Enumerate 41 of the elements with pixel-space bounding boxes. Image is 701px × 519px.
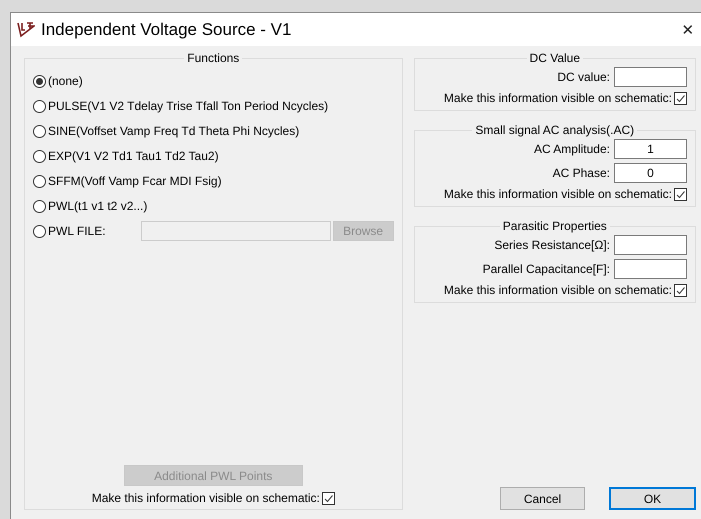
checkbox[interactable] bbox=[674, 188, 687, 200]
input-field[interactable]: 0 bbox=[614, 163, 687, 183]
input-field[interactable] bbox=[614, 259, 687, 279]
radio-button[interactable] bbox=[33, 74, 46, 88]
checkbox-label: Make this information visible on schematic: bbox=[444, 283, 672, 297]
close-button[interactable]: ✕ bbox=[674, 20, 701, 38]
radio-button[interactable] bbox=[33, 100, 46, 112]
group-title: DC Value bbox=[528, 51, 582, 65]
radio-label[interactable]: EXP(V1 V2 Td1 Tau1 Td2 Tau2) bbox=[48, 149, 219, 163]
field-label: DC value: bbox=[557, 70, 610, 84]
window-title: Independent Voltage Source - V1 bbox=[41, 20, 292, 40]
radio-label[interactable]: SFFM(Voff Vamp Fcar MDI Fsig) bbox=[48, 174, 222, 188]
radio-label[interactable]: SINE(Voffset Vamp Freq Td Theta Phi Ncycles) bbox=[48, 124, 300, 138]
checkbox[interactable] bbox=[322, 492, 335, 504]
input-field[interactable] bbox=[614, 235, 687, 255]
group-title: Small signal AC analysis(.AC) bbox=[474, 123, 636, 137]
checkbox-label: Make this information visible on schematic: bbox=[444, 187, 672, 201]
radio-label[interactable]: (none) bbox=[48, 74, 83, 88]
dialog-button[interactable]: OK bbox=[609, 487, 696, 510]
input-field[interactable] bbox=[614, 67, 687, 87]
field-label: AC Amplitude: bbox=[534, 142, 610, 156]
radio-button[interactable] bbox=[33, 200, 46, 212]
group-title: Parasitic Properties bbox=[502, 219, 608, 233]
radio-label[interactable]: PULSE(V1 V2 Tdelay Trise Tfall Ton Period Ncycles) bbox=[48, 99, 328, 113]
group-title: Functions bbox=[186, 51, 240, 65]
checkbox-label: Make this information visible on schematic: bbox=[92, 491, 320, 505]
field-label: AC Phase: bbox=[552, 166, 610, 180]
radio-label[interactable]: PWL FILE: bbox=[48, 224, 106, 238]
checkbox[interactable] bbox=[674, 92, 687, 104]
radio-button[interactable] bbox=[33, 224, 46, 238]
input-field[interactable]: 1 bbox=[614, 139, 687, 159]
dialog-button[interactable]: Cancel bbox=[500, 487, 585, 510]
logo-icon bbox=[17, 22, 35, 38]
radio-button[interactable] bbox=[33, 174, 46, 188]
checkbox[interactable] bbox=[674, 284, 687, 296]
field-label: Series Resistance[Ω]: bbox=[494, 238, 610, 252]
field-label: Parallel Capacitance[F]: bbox=[482, 262, 610, 276]
radio-button[interactable] bbox=[33, 150, 46, 162]
checkbox-label: Make this information visible on schematic: bbox=[444, 91, 672, 105]
radio-label[interactable]: PWL(t1 v1 t2 v2...) bbox=[48, 199, 148, 213]
radio-button[interactable] bbox=[33, 124, 46, 138]
